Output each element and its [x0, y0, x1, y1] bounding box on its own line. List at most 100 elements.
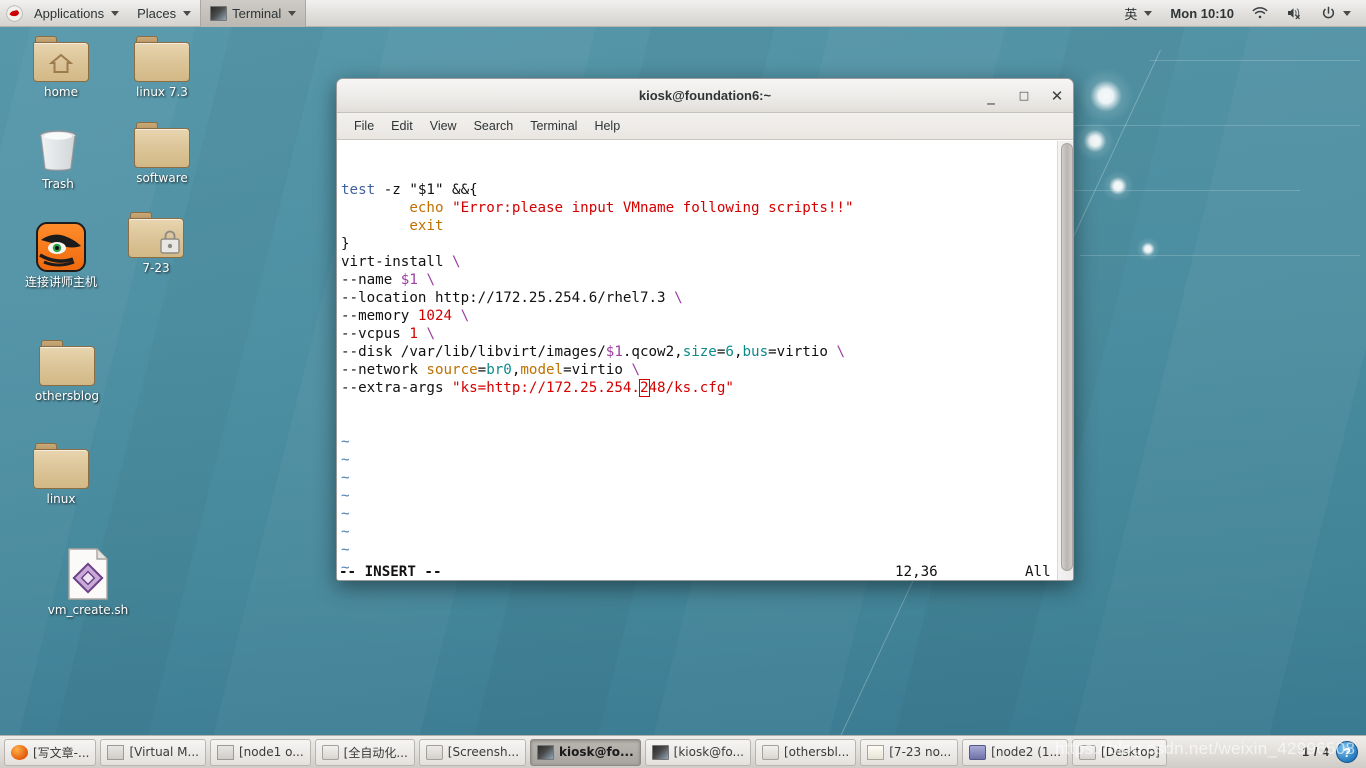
taskbar-button-label: kiosk@fo...: [559, 745, 634, 759]
minimize-button[interactable]: _: [983, 88, 999, 104]
code-span: \: [452, 254, 461, 270]
terminal-icon: [651, 744, 669, 760]
menu-file[interactable]: File: [347, 116, 381, 136]
terminal-body[interactable]: test -z "$1" &&{ echo "Error:please inpu…: [337, 141, 1073, 580]
code-span: test: [341, 182, 376, 198]
close-button[interactable]: ✕: [1049, 88, 1065, 104]
vim-code-line: --network source=br0,model=virtio \: [339, 361, 1057, 379]
taskbar-button[interactable]: [Screensh...: [418, 738, 527, 766]
taskbar-button[interactable]: kiosk@fo...: [530, 738, 641, 766]
code-span: bus: [742, 344, 769, 360]
terminal-window[interactable]: kiosk@foundation6:~ _ □ ✕ File Edit View Se…: [336, 78, 1074, 581]
code-span: ,: [733, 344, 743, 360]
taskbar-button[interactable]: [7-23 no...: [860, 738, 959, 766]
code-span: \: [460, 308, 470, 324]
desktop-icon-folder-lock[interactable]: 7-23: [101, 212, 211, 275]
taskbar-button-label: [Screensh...: [447, 745, 520, 759]
terminal-text-area[interactable]: test -z "$1" &&{ echo "Error:please inpu…: [337, 141, 1057, 580]
vim-code-line: }: [339, 235, 1057, 253]
desktop-icon-folder[interactable]: linux: [6, 443, 116, 506]
taskbar-button-list: [写文章-... [Virtual M... [node1 o... [全自动化...…: [2, 738, 1302, 766]
taskbar-button-label: [othersbl...: [783, 745, 850, 759]
vm-manager-icon: [216, 744, 234, 760]
desktop-icon-label: Trash: [42, 177, 74, 191]
code-span: 48/ks.cfg": [648, 380, 734, 396]
applications-menu[interactable]: Applications: [25, 0, 128, 27]
desktop-icon-label: linux 7.3: [136, 85, 188, 99]
folder-icon: [134, 36, 190, 82]
code-span: .qcow2,: [622, 344, 683, 360]
help-button[interactable]: ?: [1336, 741, 1358, 763]
chevron-down-icon: [111, 10, 120, 16]
desktop-icon-script-file[interactable]: vm_create.sh: [33, 548, 143, 617]
volume-muted-icon[interactable]: [1277, 0, 1312, 27]
desktop-icon-trash[interactable]: Trash: [3, 126, 113, 191]
vim-code-line: --memory 1024 \: [339, 307, 1057, 325]
code-span: echo: [409, 200, 444, 216]
desktop-icon-label: 7-23: [142, 261, 170, 275]
taskbar-button-label: [node1 o...: [238, 745, 304, 759]
trash-icon: [32, 126, 84, 174]
clock[interactable]: Mon 10:10: [1161, 0, 1243, 27]
code-span: &&{: [443, 182, 478, 198]
taskbar-button[interactable]: [node1 o...: [209, 738, 311, 766]
terminal-menu-bar: File Edit View Search Terminal Help: [337, 113, 1073, 140]
desktop-icon-folder[interactable]: linux 7.3: [107, 36, 217, 99]
taskbar-button[interactable]: [Virtual M...: [100, 738, 206, 766]
wifi-icon[interactable]: [1243, 0, 1277, 27]
taskbar-button[interactable]: [Desktop]: [1072, 738, 1167, 766]
desktop-icon-folder-home[interactable]: home: [6, 36, 116, 99]
desktop-icon-label: othersblog: [34, 389, 100, 403]
menu-help[interactable]: Help: [587, 116, 627, 136]
taskbar-button[interactable]: [写文章-...: [4, 738, 97, 766]
menu-edit[interactable]: Edit: [384, 116, 420, 136]
maximize-button[interactable]: □: [1016, 88, 1032, 104]
active-window-menu[interactable]: Terminal: [200, 0, 307, 27]
chevron-down-icon: [1144, 10, 1153, 16]
code-span: [452, 308, 461, 324]
code-span: --disk /var/lib/libvirt/images/: [341, 344, 606, 360]
code-span: --extra-args: [341, 380, 453, 396]
desktop-icon-folder[interactable]: othersblog: [12, 340, 122, 403]
code-span: --network: [341, 362, 427, 378]
taskbar-button[interactable]: [othersbl...: [754, 738, 857, 766]
workspace-separator: /: [1313, 745, 1318, 759]
monitor-icon: [969, 744, 987, 760]
code-span: model: [520, 362, 564, 378]
code-span: 1024: [417, 308, 453, 324]
code-span: --name: [341, 272, 401, 288]
terminal-scrollbar[interactable]: [1057, 141, 1073, 580]
files-icon: [1079, 744, 1097, 760]
workspace-total: 4: [1322, 745, 1329, 759]
terminal-title-bar[interactable]: kiosk@foundation6:~ _ □ ✕: [337, 79, 1073, 113]
taskbar-button[interactable]: [全自动化...: [314, 738, 415, 766]
code-span: \: [631, 362, 640, 378]
vim-mode-indicator: -- INSERT --: [339, 564, 442, 580]
folder-icon: [128, 212, 184, 258]
desktop-icon-folder[interactable]: software: [107, 122, 217, 185]
taskbar-button-label: [Desktop]: [1101, 745, 1160, 759]
code-span: virt-install: [341, 254, 453, 270]
taskbar-button-label: [写文章-...: [33, 745, 90, 760]
workspace-switcher[interactable]: 1 / 4 ?: [1302, 741, 1364, 763]
menu-view[interactable]: View: [423, 116, 464, 136]
code-span: "ks=http://172.25.254.: [452, 380, 640, 396]
redhat-logo-icon[interactable]: [6, 4, 23, 22]
terminal-scrollbar-thumb[interactable]: [1061, 143, 1073, 571]
code-span: =virtio: [768, 344, 837, 360]
script-file-icon: [66, 548, 110, 600]
power-icon[interactable]: [1312, 0, 1360, 27]
taskbar-button[interactable]: [kiosk@fo...: [644, 738, 751, 766]
desktop-icon-label: linux: [46, 492, 76, 506]
folder-icon: [33, 443, 89, 489]
taskbar-button[interactable]: [node2 (1...: [962, 738, 1069, 766]
input-method-indicator[interactable]: 英: [1115, 0, 1161, 27]
menu-terminal[interactable]: Terminal: [523, 116, 584, 136]
notes-icon: [867, 744, 885, 760]
home-glyph-icon: [49, 53, 73, 73]
desktop-icon-app-tiger[interactable]: 连接讲师主机: [6, 222, 116, 289]
code-span: 6: [725, 344, 734, 360]
menu-search[interactable]: Search: [467, 116, 521, 136]
places-menu[interactable]: Places: [128, 0, 200, 27]
vim-empty-line: ~: [341, 434, 350, 450]
